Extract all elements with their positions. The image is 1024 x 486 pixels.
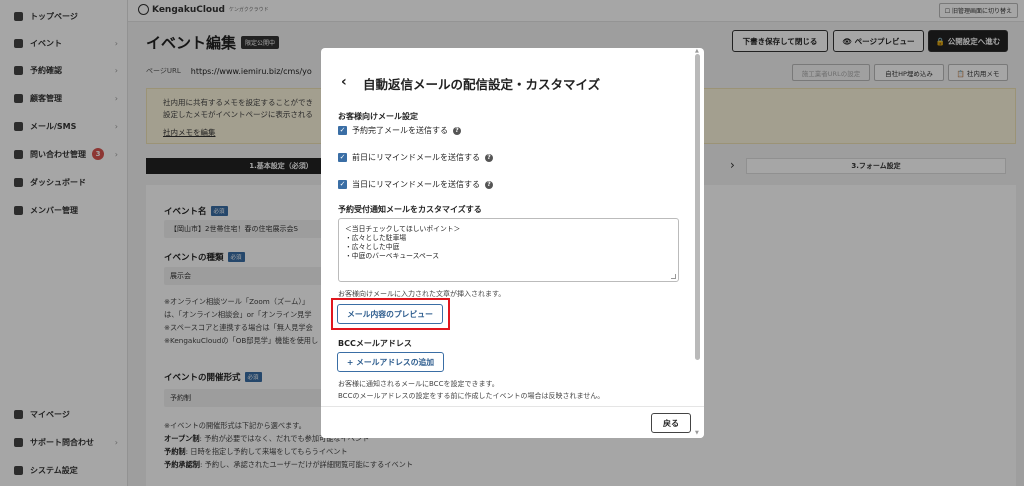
- checkbox-checked[interactable]: ✓: [338, 153, 347, 162]
- checkbox-checked[interactable]: ✓: [338, 126, 347, 135]
- modal-title: 自動返信メールの配信設定・カスタマイズ: [363, 77, 601, 92]
- auto-reply-mail-modal: ‹ 自動返信メールの配信設定・カスタマイズ お客様向けメール設定 ✓ 予約完了メ…: [321, 48, 704, 438]
- mail-customize-textarea[interactable]: ＜当日チェックしてほしいポイント＞ ・広々とした駐車場 ・広々とした中庭 ・中庭…: [338, 218, 679, 282]
- return-button[interactable]: 戻る: [651, 413, 691, 433]
- textarea-line: ＜当日チェックしてほしいポイント＞: [345, 225, 461, 233]
- textarea-line: ・広々とした中庭: [345, 243, 400, 251]
- customize-mail-label: 予約受付通知メールをカスタマイズする: [338, 205, 482, 214]
- modal-footer: 戻る: [321, 406, 704, 438]
- back-chevron-icon[interactable]: ‹: [341, 74, 347, 90]
- help-icon[interactable]: ?: [485, 180, 493, 189]
- customer-mail-settings-label: お客様向けメール設定: [338, 112, 418, 121]
- mail-preview-button[interactable]: メール内容のプレビュー: [337, 304, 443, 324]
- modal-scrollbar[interactable]: ▲ ▼: [695, 48, 700, 436]
- checkbox-checked[interactable]: ✓: [338, 180, 347, 189]
- help-icon[interactable]: ?: [453, 126, 461, 135]
- day-before-reminder-checkbox-row[interactable]: ✓ 前日にリマインドメールを送信する ?: [338, 152, 493, 163]
- same-day-reminder-checkbox-row[interactable]: ✓ 当日にリマインドメールを送信する ?: [338, 179, 493, 190]
- bcc-hint: BCCのメールアドレスの設定をする前に作成したイベントの場合は反映されません。: [338, 392, 605, 400]
- checkbox-label: 前日にリマインドメールを送信する: [352, 153, 480, 162]
- add-email-address-button[interactable]: + メールアドレスの追加: [337, 352, 444, 372]
- booking-complete-checkbox-row[interactable]: ✓ 予約完了メールを送信する ?: [338, 125, 461, 136]
- modal-header: ‹ 自動返信メールの配信設定・カスタマイズ: [321, 48, 704, 110]
- resize-handle-icon[interactable]: [671, 274, 676, 279]
- help-icon[interactable]: ?: [485, 153, 493, 162]
- textarea-line: ・広々とした駐車場: [345, 234, 407, 242]
- bcc-address-label: BCCメールアドレス: [338, 339, 412, 348]
- scroll-thumb[interactable]: [695, 54, 700, 360]
- checkbox-label: 予約完了メールを送信する: [352, 126, 448, 135]
- bcc-hint: お客様に通知されるメールにBCCを設定できます。: [338, 380, 499, 388]
- checkbox-label: 当日にリマインドメールを送信する: [352, 180, 480, 189]
- textarea-line: ・中庭のバーベキュースペース: [345, 252, 439, 260]
- scroll-down-icon[interactable]: ▼: [695, 430, 699, 436]
